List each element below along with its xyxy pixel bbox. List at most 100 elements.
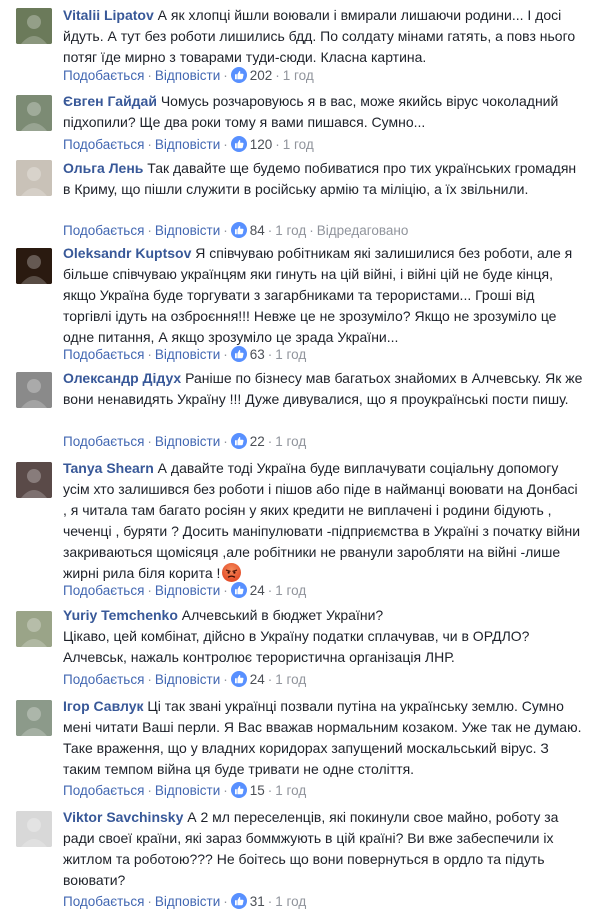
separator-dot: · (147, 347, 152, 362)
avatar[interactable] (16, 372, 52, 408)
separator-dot: · (147, 783, 152, 798)
separator-dot: · (223, 347, 228, 362)
avatar[interactable] (16, 811, 52, 847)
reactions[interactable]: 120 (230, 136, 272, 152)
reply-button[interactable]: Відповісти (155, 583, 220, 598)
separator-dot: · (147, 137, 152, 152)
comment-author[interactable]: Ігор Савлук (63, 698, 144, 714)
separator-dot: · (223, 894, 228, 909)
separator-dot: · (223, 137, 228, 152)
comment-actions: Подобається · Відповісти · 202 · 1 год (63, 67, 314, 85)
separator-dot: · (147, 583, 152, 598)
separator-dot: · (147, 894, 152, 909)
separator-dot: · (147, 68, 152, 83)
timestamp[interactable]: 1 год (275, 434, 306, 449)
timestamp[interactable]: 1 год (275, 223, 306, 238)
comment-actions: Подобається · Відповісти · 63 · 1 год (63, 346, 306, 364)
reply-button[interactable]: Відповісти (155, 68, 220, 83)
separator-dot: · (223, 68, 228, 83)
timestamp[interactable]: 1 год (275, 894, 306, 909)
separator-dot: · (223, 672, 228, 687)
like-button[interactable]: Подобається (63, 68, 144, 83)
comment-actions: Подобається · Відповісти · 84 · 1 год · Відредаг… (63, 222, 408, 240)
reactions[interactable]: 63 (230, 346, 265, 362)
reactions[interactable]: 24 (230, 671, 265, 687)
comment-author[interactable]: Ольга Лень (63, 160, 143, 176)
like-button[interactable]: Подобається (63, 137, 144, 152)
reply-button[interactable]: Відповісти (155, 137, 220, 152)
comment-text: А давайте тоді Україна буде виплачувати … (63, 460, 581, 581)
reply-button[interactable]: Відповісти (155, 434, 220, 449)
separator-dot: · (267, 347, 273, 362)
separator-dot: · (147, 223, 152, 238)
reply-button[interactable]: Відповісти (155, 783, 220, 798)
reply-button[interactable]: Відповісти (155, 894, 220, 909)
avatar[interactable] (16, 95, 52, 131)
reply-button[interactable]: Відповісти (155, 672, 220, 687)
like-count: 31 (249, 894, 265, 909)
separator-dot: · (309, 223, 314, 238)
like-icon (230, 582, 247, 598)
comment-body: Yuriy Temchenko Алчевський в бюджет Укра… (63, 605, 583, 668)
reactions[interactable]: 84 (230, 222, 265, 238)
separator-dot: · (223, 783, 228, 798)
comment-actions: Подобається · Відповісти · 120 · 1 год (63, 136, 314, 154)
like-count: 15 (249, 783, 265, 798)
separator-dot: · (267, 672, 273, 687)
timestamp[interactable]: 1 год (275, 583, 306, 598)
like-button[interactable]: Подобається (63, 434, 144, 449)
like-button[interactable]: Подобається (63, 583, 144, 598)
comment-author[interactable]: Tanya Shearn (63, 460, 154, 476)
comment-body: Олександр Дідух Раніше по бізнесу мав ба… (63, 368, 583, 410)
comment-author[interactable]: Oleksandr Kuptsov (63, 245, 191, 261)
reactions[interactable]: 202 (230, 67, 272, 83)
timestamp[interactable]: 1 год (275, 347, 306, 362)
comment-author[interactable]: Євген Гайдай (63, 93, 157, 109)
like-icon (230, 782, 247, 798)
timestamp[interactable]: 1 год (283, 68, 314, 83)
reply-button[interactable]: Відповісти (155, 347, 220, 362)
comment-actions: Подобається · Відповісти · 24 · 1 год (63, 671, 306, 689)
edited-label[interactable]: Відредаговано (317, 223, 409, 238)
avatar[interactable] (16, 700, 52, 736)
separator-dot: · (267, 783, 273, 798)
like-button[interactable]: Подобається (63, 223, 144, 238)
avatar[interactable] (16, 160, 52, 196)
separator-dot: · (275, 68, 280, 83)
comment-author[interactable]: Yuriy Temchenko (63, 607, 178, 623)
like-count: 24 (249, 583, 265, 598)
avatar[interactable] (16, 8, 52, 44)
reactions[interactable]: 24 (230, 582, 265, 598)
like-button[interactable]: Подобається (63, 672, 144, 687)
reactions[interactable]: 15 (230, 782, 265, 798)
separator-dot: · (267, 583, 273, 598)
comment-author[interactable]: Viktor Savchinsky (63, 809, 183, 825)
separator-dot: · (267, 434, 273, 449)
timestamp[interactable]: 1 год (275, 783, 306, 798)
like-count: 24 (249, 672, 265, 687)
like-icon (230, 671, 247, 687)
avatar[interactable] (16, 248, 52, 284)
comment-author[interactable]: Vitalii Lipatov (63, 7, 154, 23)
like-count: 84 (249, 223, 265, 238)
comment-body: Ігор Савлук Ці так звані українці позвал… (63, 696, 583, 780)
timestamp[interactable]: 1 год (275, 672, 306, 687)
avatar[interactable] (16, 611, 52, 647)
comment-body: Ольга Лень Так давайте ще будемо побиват… (63, 158, 583, 200)
separator-dot: · (223, 434, 228, 449)
like-icon (230, 346, 247, 362)
comment-author[interactable]: Олександр Дідух (63, 370, 181, 386)
like-icon (230, 136, 247, 152)
reactions[interactable]: 31 (230, 893, 265, 909)
like-icon (230, 67, 247, 83)
avatar[interactable] (16, 462, 52, 498)
reactions[interactable]: 22 (230, 433, 265, 449)
like-button[interactable]: Подобається (63, 894, 144, 909)
separator-dot: · (267, 223, 273, 238)
timestamp[interactable]: 1 год (283, 137, 314, 152)
like-button[interactable]: Подобається (63, 783, 144, 798)
reply-button[interactable]: Відповісти (155, 223, 220, 238)
like-button[interactable]: Подобається (63, 347, 144, 362)
separator-dot: · (147, 434, 152, 449)
comment-body: Vitalii Lipatov А як хлопці йшли воювали… (63, 5, 583, 68)
